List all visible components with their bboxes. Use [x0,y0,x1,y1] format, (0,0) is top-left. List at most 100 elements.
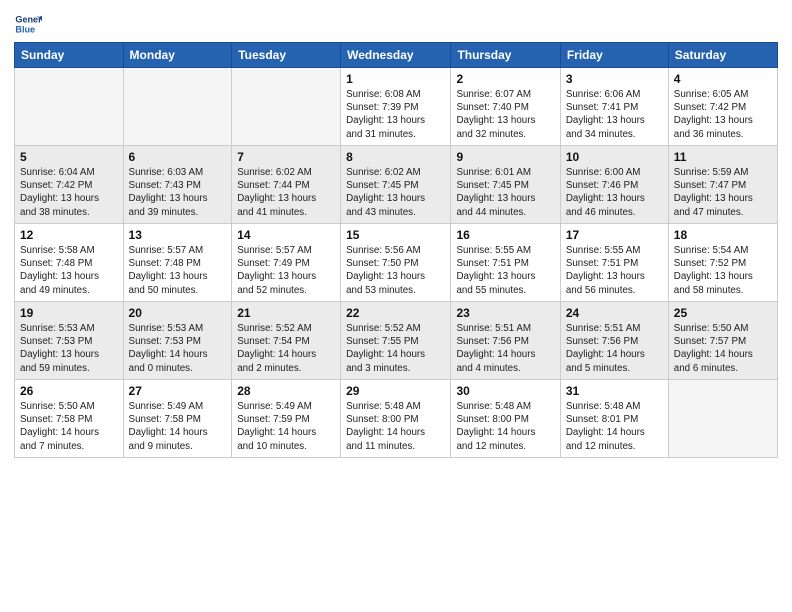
day-cell: 23 Sunrise: 5:51 AM Sunset: 7:56 PM Dayli… [451,302,560,380]
day-cell: 13 Sunrise: 5:57 AM Sunset: 7:48 PM Dayli… [123,224,232,302]
day-info: Sunrise: 6:02 AM Sunset: 7:44 PM Dayligh… [237,166,335,219]
day-info: Sunrise: 6:05 AM Sunset: 7:42 PM Dayligh… [674,88,772,141]
day-info: Sunrise: 5:59 AM Sunset: 7:47 PM Dayligh… [674,166,772,219]
day-number: 13 [129,228,227,242]
day-info: Sunrise: 5:53 AM Sunset: 7:53 PM Dayligh… [20,322,118,375]
day-number: 12 [20,228,118,242]
col-header-tuesday: Tuesday [232,43,341,68]
day-info: Sunrise: 6:06 AM Sunset: 7:41 PM Dayligh… [566,88,663,141]
week-row-3: 12Sunrise: 5:58 AM Sunset: 7:48 PM Dayli… [15,224,778,302]
col-header-monday: Monday [123,43,232,68]
day-cell: 28Sunrise: 5:49 AM Sunset: 7:59 PM Dayli… [232,380,341,458]
day-number: 2 [456,72,554,86]
day-cell: 14 Sunrise: 5:57 AM Sunset: 7:49 PM Dayli… [232,224,341,302]
day-cell: 22 Sunrise: 5:52 AM Sunset: 7:55 PM Dayli… [341,302,451,380]
col-header-saturday: Saturday [668,43,777,68]
day-info: Sunrise: 5:55 AM Sunset: 7:51 PM Dayligh… [566,244,663,297]
day-cell: 25Sunrise: 5:50 AM Sunset: 7:57 PM Dayli… [668,302,777,380]
day-info: Sunrise: 6:07 AM Sunset: 7:40 PM Dayligh… [456,88,554,141]
day-number: 1 [346,72,445,86]
day-cell: 3 Sunrise: 6:06 AM Sunset: 7:41 PM Daylig… [560,68,668,146]
day-number: 14 [237,228,335,242]
day-number: 10 [566,150,663,164]
calendar-header-row: SundayMondayTuesdayWednesdayThursdayFrid… [15,43,778,68]
day-cell: 7 Sunrise: 6:02 AM Sunset: 7:44 PM Daylig… [232,146,341,224]
day-cell [123,68,232,146]
day-number: 22 [346,306,445,320]
day-cell: 2 Sunrise: 6:07 AM Sunset: 7:40 PM Daylig… [451,68,560,146]
day-info: Sunrise: 6:01 AM Sunset: 7:45 PM Dayligh… [456,166,554,219]
day-info: Sunrise: 6:02 AM Sunset: 7:45 PM Dayligh… [346,166,445,219]
day-info: Sunrise: 5:52 AM Sunset: 7:54 PM Dayligh… [237,322,335,375]
day-cell: 1 Sunrise: 6:08 AM Sunset: 7:39 PM Daylig… [341,68,451,146]
day-number: 4 [674,72,772,86]
day-number: 8 [346,150,445,164]
day-cell: 27 Sunrise: 5:49 AM Sunset: 7:58 PM Dayli… [123,380,232,458]
day-cell: 24 Sunrise: 5:51 AM Sunset: 7:56 PM Dayli… [560,302,668,380]
day-cell [15,68,124,146]
day-cell: 20Sunrise: 5:53 AM Sunset: 7:53 PM Dayli… [123,302,232,380]
day-info: Sunrise: 5:57 AM Sunset: 7:48 PM Dayligh… [129,244,227,297]
day-info: Sunrise: 5:48 AM Sunset: 8:00 PM Dayligh… [456,400,554,453]
day-cell: 26Sunrise: 5:50 AM Sunset: 7:58 PM Dayli… [15,380,124,458]
calendar: SundayMondayTuesdayWednesdayThursdayFrid… [14,42,778,458]
col-header-thursday: Thursday [451,43,560,68]
day-number: 23 [456,306,554,320]
day-cell: 10 Sunrise: 6:00 AM Sunset: 7:46 PM Dayli… [560,146,668,224]
day-cell: 18Sunrise: 5:54 AM Sunset: 7:52 PM Dayli… [668,224,777,302]
week-row-5: 26Sunrise: 5:50 AM Sunset: 7:58 PM Dayli… [15,380,778,458]
header: General Blue [14,10,778,38]
day-info: Sunrise: 5:50 AM Sunset: 7:57 PM Dayligh… [674,322,772,375]
day-cell: 31 Sunrise: 5:48 AM Sunset: 8:01 PM Dayli… [560,380,668,458]
day-info: Sunrise: 5:57 AM Sunset: 7:49 PM Dayligh… [237,244,335,297]
day-number: 24 [566,306,663,320]
day-number: 15 [346,228,445,242]
day-number: 7 [237,150,335,164]
day-cell: 15Sunrise: 5:56 AM Sunset: 7:50 PM Dayli… [341,224,451,302]
day-cell: 29 Sunrise: 5:48 AM Sunset: 8:00 PM Dayli… [341,380,451,458]
day-number: 6 [129,150,227,164]
day-info: Sunrise: 5:48 AM Sunset: 8:01 PM Dayligh… [566,400,663,453]
day-number: 21 [237,306,335,320]
day-number: 17 [566,228,663,242]
page-container: General Blue SundayMondayTuesdayWednesda… [0,0,792,468]
day-cell: 19Sunrise: 5:53 AM Sunset: 7:53 PM Dayli… [15,302,124,380]
day-number: 29 [346,384,445,398]
day-info: Sunrise: 5:54 AM Sunset: 7:52 PM Dayligh… [674,244,772,297]
svg-text:General: General [15,15,42,25]
logo-icon: General Blue [14,10,42,38]
day-cell: 6Sunrise: 6:03 AM Sunset: 7:43 PM Daylig… [123,146,232,224]
day-cell: 21 Sunrise: 5:52 AM Sunset: 7:54 PM Dayli… [232,302,341,380]
week-row-2: 5 Sunrise: 6:04 AM Sunset: 7:42 PM Daylig… [15,146,778,224]
day-cell: 12Sunrise: 5:58 AM Sunset: 7:48 PM Dayli… [15,224,124,302]
col-header-friday: Friday [560,43,668,68]
day-number: 16 [456,228,554,242]
day-cell [668,380,777,458]
week-row-1: 1 Sunrise: 6:08 AM Sunset: 7:39 PM Daylig… [15,68,778,146]
day-info: Sunrise: 5:51 AM Sunset: 7:56 PM Dayligh… [566,322,663,375]
day-cell: 9 Sunrise: 6:01 AM Sunset: 7:45 PM Daylig… [451,146,560,224]
day-number: 30 [456,384,554,398]
day-info: Sunrise: 5:48 AM Sunset: 8:00 PM Dayligh… [346,400,445,453]
day-number: 5 [20,150,118,164]
col-header-wednesday: Wednesday [341,43,451,68]
day-number: 9 [456,150,554,164]
day-info: Sunrise: 5:55 AM Sunset: 7:51 PM Dayligh… [456,244,554,297]
day-cell: 5 Sunrise: 6:04 AM Sunset: 7:42 PM Daylig… [15,146,124,224]
day-info: Sunrise: 5:51 AM Sunset: 7:56 PM Dayligh… [456,322,554,375]
day-number: 26 [20,384,118,398]
svg-text:Blue: Blue [15,24,35,34]
day-number: 31 [566,384,663,398]
day-info: Sunrise: 5:52 AM Sunset: 7:55 PM Dayligh… [346,322,445,375]
logo: General Blue [14,10,44,38]
day-number: 27 [129,384,227,398]
day-info: Sunrise: 6:04 AM Sunset: 7:42 PM Dayligh… [20,166,118,219]
day-info: Sunrise: 6:00 AM Sunset: 7:46 PM Dayligh… [566,166,663,219]
day-info: Sunrise: 5:49 AM Sunset: 7:58 PM Dayligh… [129,400,227,453]
day-number: 28 [237,384,335,398]
day-info: Sunrise: 5:53 AM Sunset: 7:53 PM Dayligh… [129,322,227,375]
day-cell: 4 Sunrise: 6:05 AM Sunset: 7:42 PM Daylig… [668,68,777,146]
col-header-sunday: Sunday [15,43,124,68]
day-info: Sunrise: 6:08 AM Sunset: 7:39 PM Dayligh… [346,88,445,141]
day-number: 3 [566,72,663,86]
